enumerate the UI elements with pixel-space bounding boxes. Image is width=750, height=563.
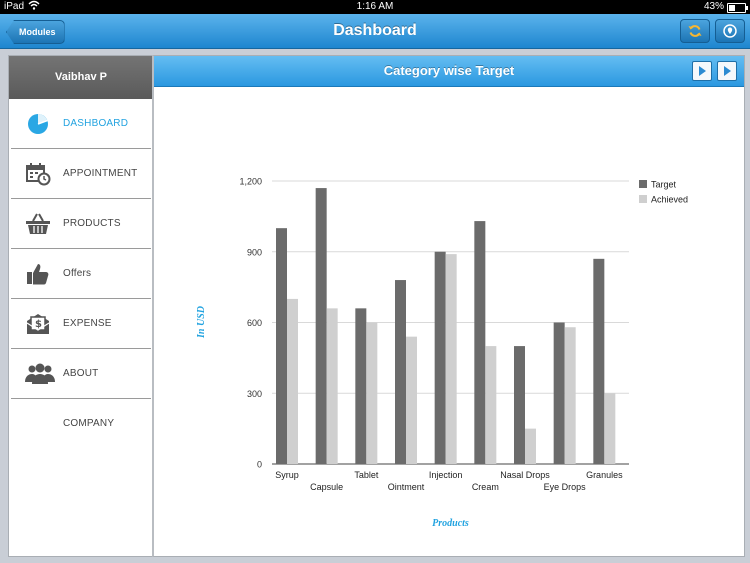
sidebar-item-label: PRODUCTS [63, 218, 121, 229]
bar-achieved [564, 327, 576, 464]
previous-chart-button[interactable] [692, 61, 712, 81]
bar-achieved [326, 308, 338, 464]
sidebar-item-label: EXPENSE [63, 318, 112, 329]
bar-target [355, 308, 367, 464]
location-button[interactable] [715, 19, 745, 43]
refresh-button[interactable] [680, 19, 710, 43]
x-tick-label: Syrup [275, 470, 299, 480]
bar-target [315, 188, 327, 464]
sidebar-item-offers[interactable]: Offers [11, 249, 151, 299]
sidebar-item-appointment[interactable]: APPOINTMENT [11, 149, 151, 199]
panel-title: Category wise Target [383, 63, 515, 78]
x-tick-label: Eye Drops [544, 482, 587, 492]
basket-icon [25, 211, 51, 237]
bar-achieved [406, 336, 417, 464]
pie-chart-icon [25, 111, 51, 137]
x-tick-label: Granules [586, 470, 623, 480]
bar-target [514, 346, 525, 464]
sidebar-item-label: ABOUT COMPANY [63, 368, 115, 429]
bar-target [276, 228, 287, 464]
navigation-bar: Modules Dashboard [0, 14, 750, 49]
status-bar: iPad 1:16 AM 43% [0, 0, 750, 14]
sidebar-item-expense[interactable]: $ EXPENSE [11, 299, 151, 349]
refresh-icon [688, 25, 702, 37]
x-tick-label: Capsule [310, 482, 343, 492]
bar-target [434, 251, 446, 464]
bar-achieved [485, 346, 497, 464]
category-target-chart: 0 300 600 900 1,200 Syrup Capsule Tablet Ointmen… [196, 177, 688, 530]
bar-target [395, 280, 406, 464]
x-tick-label: Ointment [388, 482, 425, 492]
bar-achieved [604, 393, 616, 464]
main-panel: Category wise Target 0 300 600 900 1,200 Syru… [152, 55, 745, 557]
sidebar-item-label: APPOINTMENT [63, 168, 138, 179]
sidebar-item-dashboard[interactable]: DASHBOARD [11, 99, 151, 149]
y-tick-label: 0 [257, 460, 262, 470]
calendar-clock-icon [25, 161, 51, 187]
sidebar-item-label: Offers [63, 268, 92, 279]
bar-achieved [445, 254, 457, 464]
next-chart-button[interactable] [717, 61, 737, 81]
user-name: Vaibhav P [9, 56, 153, 99]
x-tick-label: Cream [472, 482, 499, 492]
x-tick-label: Nasal Drops [500, 470, 550, 480]
money-envelope-icon: $ [25, 311, 51, 337]
bar-target [553, 322, 565, 464]
sidebar-item-about-company[interactable]: ABOUT COMPANY [11, 349, 151, 429]
battery-percent: 43% [703, 1, 724, 12]
panel-header: Category wise Target [154, 56, 744, 87]
x-tick-label: Tablet [354, 470, 379, 480]
bar-achieved [287, 298, 298, 464]
bar-achieved [366, 322, 378, 464]
x-axis-title: Products [432, 518, 469, 529]
battery-icon [727, 3, 748, 13]
thumbs-up-icon [25, 261, 51, 287]
sidebar-item-label: DASHBOARD [63, 118, 129, 129]
legend-swatch-achieved [639, 195, 647, 203]
y-tick-label: 1,200 [239, 177, 262, 187]
y-axis-title: In USD [196, 306, 207, 339]
people-icon [25, 361, 55, 387]
legend-label: Achieved [651, 195, 688, 205]
y-tick-label: 600 [247, 318, 262, 328]
location-pin-icon [723, 24, 737, 38]
y-tick-label: 300 [247, 389, 262, 399]
x-tick-label: Injection [429, 470, 463, 480]
sidebar-item-products[interactable]: PRODUCTS [11, 199, 151, 249]
page-title: Dashboard [333, 22, 417, 39]
bar-achieved [525, 428, 536, 464]
clock: 1:16 AM [356, 1, 394, 12]
svg-text:$: $ [35, 319, 42, 330]
legend-swatch-target [639, 180, 647, 188]
sidebar: Vaibhav P DASHBOARD APPOINTMENT PRODUCTS… [8, 55, 153, 557]
bar-target [474, 221, 486, 464]
bar-target [593, 258, 605, 464]
legend-label: Target [651, 180, 677, 190]
y-tick-label: 900 [247, 247, 262, 257]
